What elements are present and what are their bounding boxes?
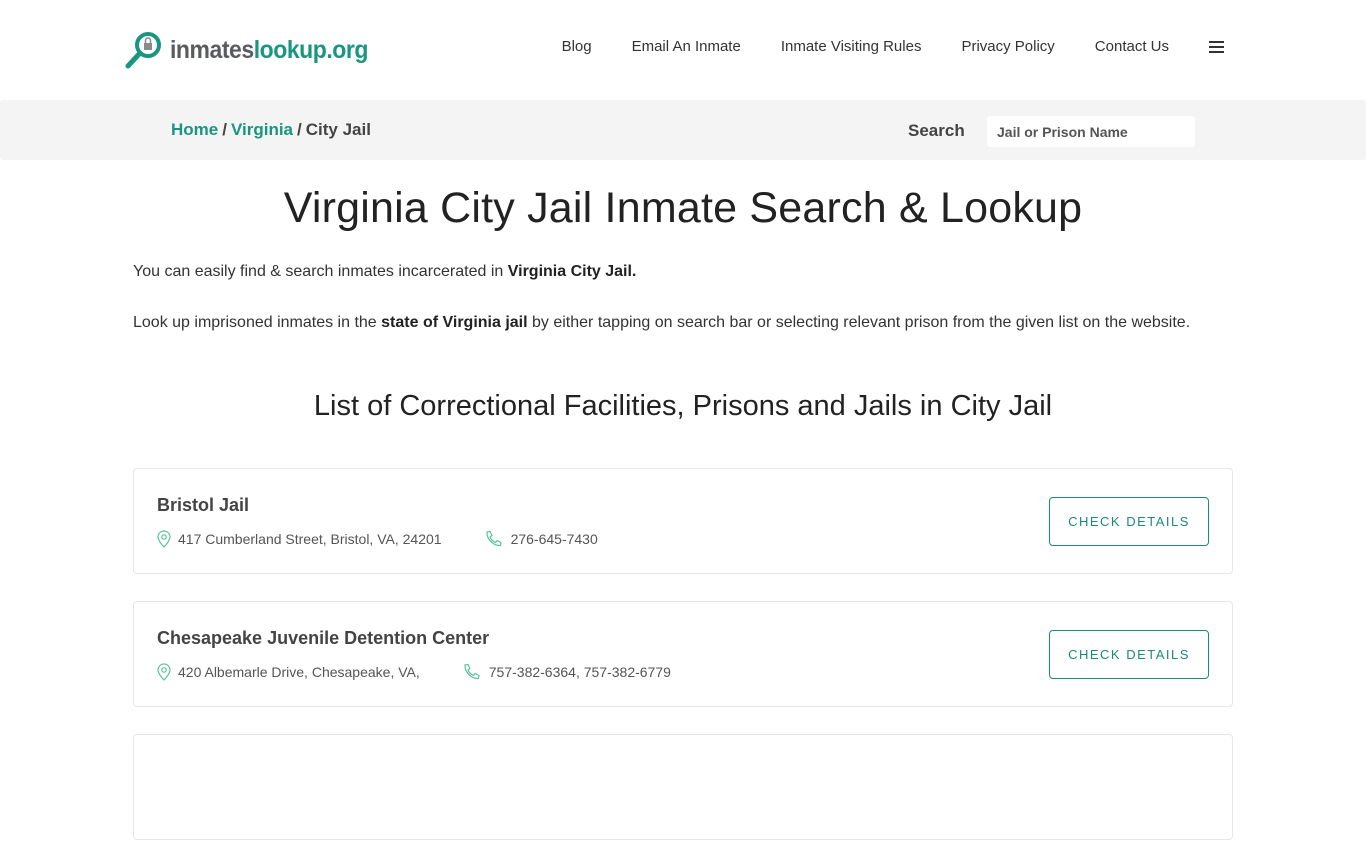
facility-name: Bristol Jail <box>157 495 250 515</box>
search-label: Search <box>908 121 965 140</box>
facility-address: 420 Albemarle Drive, Chesapeake, VA, <box>157 663 420 681</box>
location-pin-icon <box>157 530 171 548</box>
phone-text: 757-382-6364, 757-382-6779 <box>488 664 671 680</box>
intro-bold: Virginia City Jail. <box>507 263 637 280</box>
nav-contact-us[interactable]: Contact Us <box>1095 38 1169 55</box>
facility-name: Chesapeake Juvenile Detention Center <box>157 628 490 648</box>
logo-text-lookup: lookup.org <box>253 35 369 64</box>
breadcrumb-search-bar: Home / Virginia / City Jail Search <box>0 100 1366 160</box>
facility-phone: 757-382-6364, 757-382-6779 <box>462 663 671 681</box>
phone-icon <box>464 663 480 680</box>
address-text: 417 Cumberland Street, Bristol, VA, 2420… <box>178 531 442 547</box>
magnifier-lock-icon <box>125 32 161 69</box>
nav-inmate-visiting-rules[interactable]: Inmate Visiting Rules <box>781 38 922 55</box>
intro-paragraph: You can easily find & search inmates inc… <box>133 259 1233 284</box>
intro-text: You can easily find & search inmates inc… <box>133 263 508 280</box>
lookup-text-pre: Look up imprisoned inmates in the <box>133 314 382 331</box>
facilities-list-title: List of Correctional Facilities, Prisons… <box>313 390 1053 422</box>
breadcrumb-virginia[interactable]: Virginia <box>231 120 293 139</box>
location-pin-icon <box>157 663 171 681</box>
logo-text-inmates: inmates <box>170 35 254 64</box>
facility-card: Chesapeake Juvenile Detention Center 420… <box>133 601 1233 707</box>
check-details-button[interactable]: CHECK DETAILS <box>1049 630 1209 679</box>
check-details-button[interactable]: CHECK DETAILS <box>1049 497 1209 546</box>
main-content: Virginia City Jail Inmate Search & Looku… <box>133 160 1233 867</box>
breadcrumb: Home / Virginia / City Jail <box>171 120 371 140</box>
facility-list: Bristol Jail 417 Cumberland Street, Bris… <box>133 468 1233 840</box>
nav-email-an-inmate[interactable]: Email An Inmate <box>632 38 741 55</box>
facility-info: 417 Cumberland Street, Bristol, VA, 2420… <box>157 530 598 548</box>
facility-card <box>133 734 1233 840</box>
main-nav: Blog Email An Inmate Inmate Visiting Rul… <box>562 38 1224 55</box>
search-input[interactable] <box>987 116 1195 147</box>
breadcrumb-separator: / <box>297 120 302 139</box>
lookup-text-post: by either tapping on search bar or selec… <box>527 314 1191 331</box>
phone-text: 276-645-7430 <box>510 531 598 547</box>
nav-blog[interactable]: Blog <box>562 38 592 55</box>
facility-phone: 276-645-7430 <box>484 530 598 548</box>
nav-privacy-policy[interactable]: Privacy Policy <box>961 38 1054 55</box>
facility-info: 420 Albemarle Drive, Chesapeake, VA, 757… <box>157 663 671 681</box>
facility-address: 417 Cumberland Street, Bristol, VA, 2420… <box>157 530 442 548</box>
site-logo[interactable]: inmateslookup.org <box>124 30 385 70</box>
hamburger-icon[interactable] <box>1209 40 1224 53</box>
phone-icon <box>485 530 502 547</box>
facility-card: Bristol Jail 417 Cumberland Street, Bris… <box>133 468 1233 574</box>
breadcrumb-separator: / <box>222 120 227 139</box>
breadcrumb-current: City Jail <box>305 120 371 139</box>
lookup-bold: state of Virginia jail <box>381 314 528 331</box>
page-title: Virginia City Jail Inmate Search & Looku… <box>283 184 1083 232</box>
site-header: inmateslookup.org Blog Email An Inmate I… <box>0 0 1366 100</box>
logo-text: inmateslookup.org <box>170 36 368 65</box>
lookup-paragraph: Look up imprisoned inmates in the state … <box>133 310 1233 335</box>
breadcrumb-home[interactable]: Home <box>171 120 218 139</box>
address-text: 420 Albemarle Drive, Chesapeake, VA, <box>178 664 420 680</box>
